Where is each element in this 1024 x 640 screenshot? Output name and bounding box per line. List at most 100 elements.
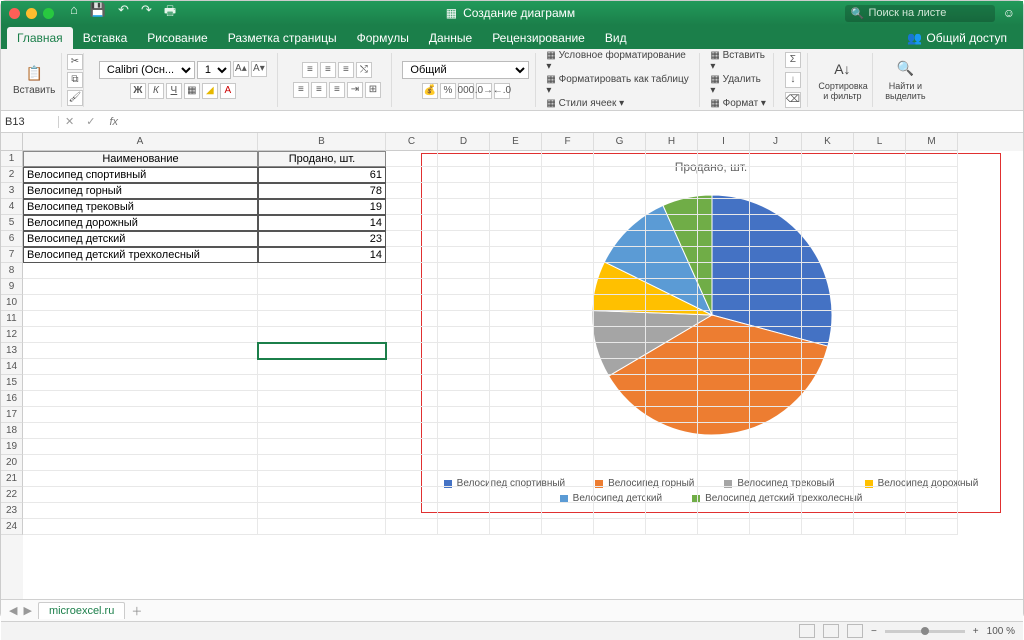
cell[interactable] (23, 359, 258, 375)
cell[interactable] (542, 487, 594, 503)
row-header[interactable]: 12 (1, 327, 23, 343)
cell[interactable] (258, 455, 386, 471)
cell[interactable] (750, 407, 802, 423)
cell[interactable] (750, 519, 802, 535)
cell[interactable]: Велосипед детский (23, 231, 258, 247)
cell[interactable] (594, 439, 646, 455)
cell[interactable] (646, 455, 698, 471)
col-header[interactable]: E (490, 133, 542, 151)
cell[interactable] (698, 311, 750, 327)
col-header[interactable]: L (854, 133, 906, 151)
cell[interactable] (594, 359, 646, 375)
row-header[interactable]: 4 (1, 199, 23, 215)
cell[interactable] (802, 407, 854, 423)
row-header[interactable]: 20 (1, 455, 23, 471)
row-header[interactable]: 16 (1, 391, 23, 407)
cell[interactable] (646, 519, 698, 535)
cell[interactable] (386, 295, 438, 311)
cell[interactable] (23, 263, 258, 279)
cell[interactable] (802, 487, 854, 503)
cell[interactable] (802, 327, 854, 343)
cell[interactable] (258, 375, 386, 391)
tab-layout[interactable]: Разметка страницы (218, 27, 347, 49)
cell[interactable] (490, 519, 542, 535)
cell[interactable] (386, 439, 438, 455)
cell[interactable] (750, 295, 802, 311)
cell[interactable] (542, 343, 594, 359)
cell[interactable] (594, 199, 646, 215)
cell[interactable] (438, 487, 490, 503)
cell[interactable] (258, 471, 386, 487)
cell[interactable] (750, 455, 802, 471)
cell[interactable] (594, 455, 646, 471)
cell[interactable] (594, 487, 646, 503)
cell[interactable] (854, 263, 906, 279)
cell[interactable] (542, 279, 594, 295)
cell[interactable] (854, 519, 906, 535)
cell[interactable] (906, 503, 958, 519)
search-input[interactable]: 🔍 Поиск на листе (845, 5, 995, 22)
cell[interactable] (750, 439, 802, 455)
cell[interactable] (906, 151, 958, 167)
cell[interactable] (594, 343, 646, 359)
cell[interactable] (854, 231, 906, 247)
cell[interactable] (750, 343, 802, 359)
cell[interactable] (698, 471, 750, 487)
cell[interactable] (646, 295, 698, 311)
increase-font-icon[interactable]: A▴ (233, 61, 249, 77)
cell[interactable] (646, 151, 698, 167)
cell[interactable] (854, 151, 906, 167)
sheet-prev-icon[interactable]: ◀ (9, 604, 17, 617)
align-mid-icon[interactable]: ≡ (320, 62, 336, 78)
cell[interactable] (750, 503, 802, 519)
cell[interactable] (646, 407, 698, 423)
cell[interactable] (438, 199, 490, 215)
copy-icon[interactable]: ⧉ (67, 72, 83, 88)
underline-icon[interactable]: Ч (166, 83, 182, 99)
cell[interactable] (698, 391, 750, 407)
cell[interactable] (906, 407, 958, 423)
align-top-icon[interactable]: ≡ (302, 62, 318, 78)
cell[interactable] (23, 487, 258, 503)
cell[interactable] (854, 247, 906, 263)
cell[interactable] (23, 407, 258, 423)
cell[interactable] (258, 439, 386, 455)
cell[interactable] (646, 439, 698, 455)
row-header[interactable]: 21 (1, 471, 23, 487)
cell[interactable] (438, 151, 490, 167)
cell[interactable] (698, 183, 750, 199)
cell[interactable] (750, 199, 802, 215)
cell[interactable]: Продано, шт. (258, 151, 386, 167)
cell[interactable] (438, 231, 490, 247)
cell[interactable] (854, 423, 906, 439)
cell[interactable] (438, 247, 490, 263)
cell[interactable] (258, 263, 386, 279)
cell[interactable] (802, 455, 854, 471)
row-header[interactable]: 6 (1, 231, 23, 247)
tab-formulas[interactable]: Формулы (347, 27, 419, 49)
cell[interactable] (542, 215, 594, 231)
cell[interactable] (490, 375, 542, 391)
cell[interactable] (258, 519, 386, 535)
cell[interactable] (802, 519, 854, 535)
cell[interactable] (698, 375, 750, 391)
col-header[interactable]: D (438, 133, 490, 151)
close-button[interactable] (9, 8, 20, 19)
cell[interactable] (258, 311, 386, 327)
row-header[interactable]: 2 (1, 167, 23, 183)
cell[interactable] (854, 455, 906, 471)
cell[interactable] (542, 151, 594, 167)
cell[interactable] (854, 327, 906, 343)
cell[interactable] (750, 183, 802, 199)
delete-cells[interactable]: ▦ Удалить ▾ (710, 74, 767, 96)
cell[interactable] (698, 231, 750, 247)
comma-icon[interactable]: 000 (458, 83, 474, 99)
cell[interactable] (802, 199, 854, 215)
cell[interactable] (438, 471, 490, 487)
cell[interactable] (854, 311, 906, 327)
row-header[interactable]: 5 (1, 215, 23, 231)
cell[interactable] (542, 167, 594, 183)
cell[interactable] (906, 359, 958, 375)
cell[interactable] (906, 215, 958, 231)
cell[interactable] (490, 311, 542, 327)
